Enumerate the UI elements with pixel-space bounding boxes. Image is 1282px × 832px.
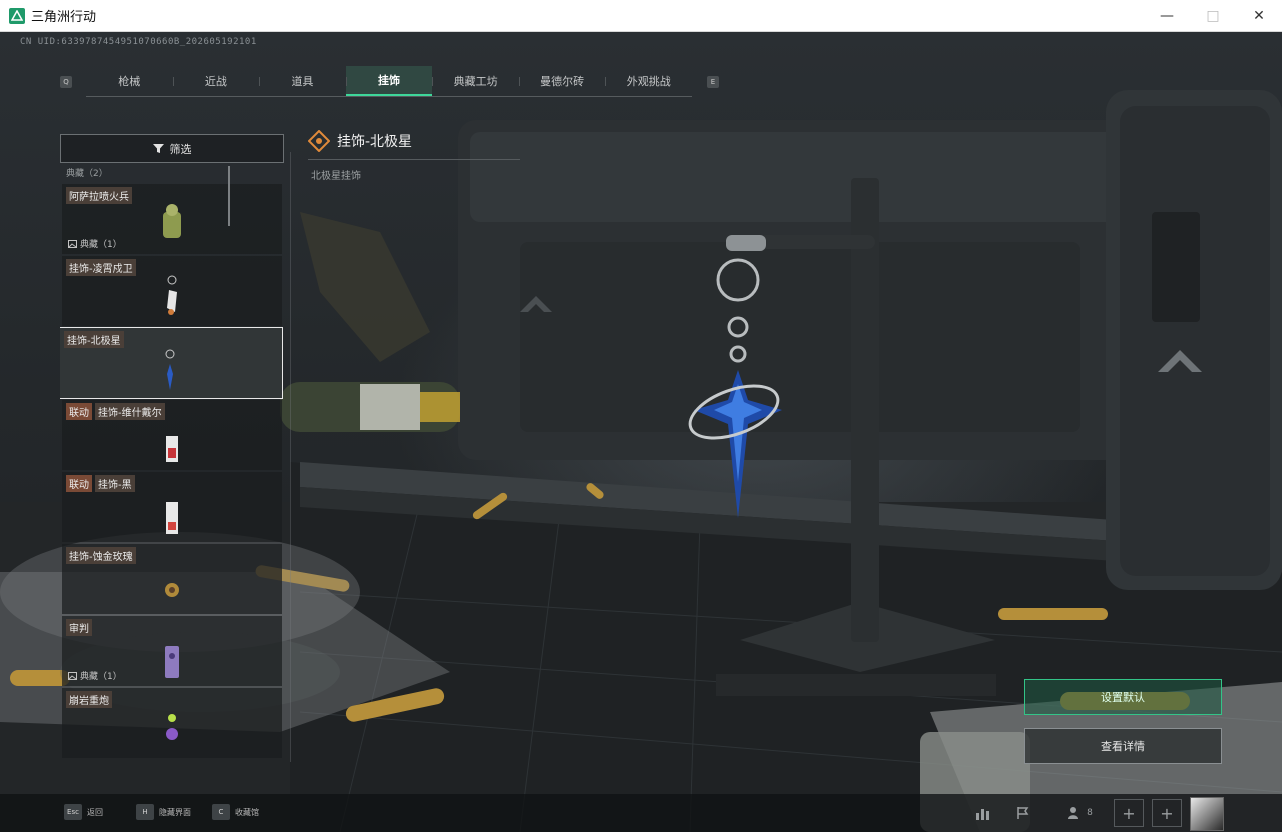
list-item[interactable]: 挂饰-凌霄戍卫	[62, 256, 282, 326]
item-thumbnail-flamethrower	[163, 204, 181, 238]
charm-category-icon	[308, 130, 330, 152]
window-title: 三角洲行动	[31, 10, 97, 25]
view-details-button[interactable]: 查看详情	[1024, 728, 1222, 764]
image-icon	[68, 239, 77, 248]
item-thumbnail-charm	[165, 583, 179, 597]
tab-items[interactable]: 道具	[259, 66, 346, 96]
flag-icon[interactable]	[1005, 798, 1041, 828]
list-item[interactable]: 挂饰-蚀金玫瑰	[62, 544, 282, 614]
item-thumbnail-charm	[166, 502, 178, 534]
avatar[interactable]	[1190, 797, 1224, 831]
list-item[interactable]: 联动 挂饰-维什戴尔	[62, 400, 282, 470]
detail-header: 挂饰-北极星	[308, 130, 412, 152]
bottom-bar: Esc 返回 H 隐藏界面 C 收藏馆 8 + +	[0, 794, 1282, 832]
item-thumbnail-charm	[165, 646, 179, 678]
tab-charms[interactable]: 挂饰	[345, 66, 433, 96]
category-tabbar: Q 枪械 近战 道具 挂饰 典藏工坊 曼德尔砖 外观挑战 E	[60, 66, 720, 98]
tab-appearance-challenge[interactable]: 外观挑战	[605, 66, 692, 96]
friends-icon	[1068, 807, 1079, 819]
tab-collection-workshop[interactable]: 典藏工坊	[432, 66, 519, 96]
app-logo-icon	[9, 7, 25, 24]
item-thumbnail-charm	[166, 714, 178, 740]
minimize-button[interactable]: —	[1144, 0, 1190, 31]
item-collab-tag: 联动	[66, 475, 92, 492]
window-controls: — □ ✕	[1144, 0, 1282, 31]
stats-icon[interactable]	[965, 798, 1001, 828]
uid-label: CN UID:6339787454951070660B_202605192101	[20, 37, 257, 47]
game-viewport: CN UID:6339787454951070660B_202605192101…	[0, 32, 1282, 832]
item-name: 挂饰-凌霄戍卫	[66, 259, 136, 276]
key-esc: Esc	[64, 804, 82, 820]
item-name: 挂饰-北极星	[64, 331, 124, 348]
hint-back[interactable]: Esc 返回	[64, 804, 103, 820]
key-h: H	[136, 804, 154, 820]
friends-button[interactable]: 8	[1055, 798, 1105, 828]
image-icon	[68, 671, 77, 680]
item-thumbnail-charm	[167, 275, 177, 315]
tab-prev-key-hint[interactable]: Q	[60, 76, 72, 88]
item-name: 崩岩重炮	[66, 691, 112, 708]
window-titlebar: 三角洲行动 — □ ✕	[0, 0, 1282, 32]
close-button[interactable]: ✕	[1236, 0, 1282, 31]
maximize-button[interactable]: □	[1190, 0, 1236, 31]
list-item[interactable]: 联动 挂饰-黑	[62, 472, 282, 542]
tab-guns[interactable]: 枪械	[86, 66, 173, 96]
item-thumbnail-polaris-charm	[165, 349, 175, 390]
key-c: C	[212, 804, 230, 820]
tab-mandel-brick[interactable]: 曼德尔砖	[518, 66, 606, 96]
plus-icon: +	[1160, 803, 1174, 823]
list-item-selected[interactable]: 挂饰-北极星	[60, 327, 283, 399]
item-name: 挂饰-黑	[95, 475, 135, 492]
add-slot-button[interactable]: +	[1114, 799, 1144, 827]
set-default-button[interactable]: 设置默认	[1024, 679, 1222, 715]
panel-divider	[290, 152, 291, 762]
item-name: 挂饰-维什戴尔	[95, 403, 165, 420]
filter-button[interactable]: 筛选	[60, 134, 284, 163]
add-slot-button[interactable]: +	[1152, 799, 1182, 827]
plus-icon: +	[1122, 803, 1136, 823]
detail-title: 挂饰-北极星	[337, 134, 413, 150]
item-name: 阿萨拉喷火兵	[66, 187, 132, 204]
list-item[interactable]: 阿萨拉喷火兵 典藏（1）	[62, 184, 282, 254]
friends-count: 8	[1087, 808, 1093, 818]
category-tabs: 枪械 近战 道具 挂饰 典藏工坊 曼德尔砖 外观挑战	[86, 66, 692, 97]
filter-icon	[152, 144, 164, 153]
filter-label: 筛选	[169, 142, 192, 156]
charm-list: 典藏（2） 阿萨拉喷火兵 典藏（1） 挂饰-凌霄戍卫 挂饰-北极星 联动 挂饰-…	[60, 166, 284, 766]
item-collab-tag: 联动	[66, 403, 92, 420]
tab-melee[interactable]: 近战	[172, 66, 260, 96]
tab-next-key-hint[interactable]: E	[707, 76, 719, 88]
list-item[interactable]: 崩岩重炮	[62, 688, 282, 758]
item-collection-count: 典藏（1）	[68, 669, 122, 682]
list-scrollbar[interactable]	[228, 166, 230, 226]
item-collection-count: 典藏（1）	[68, 237, 122, 250]
detail-subtitle: 北极星挂饰	[311, 171, 361, 182]
list-item[interactable]: 审判 典藏（1）	[62, 616, 282, 686]
item-name: 挂饰-蚀金玫瑰	[66, 547, 136, 564]
hint-collection-hall[interactable]: C 收藏馆	[212, 804, 259, 820]
item-name: 审判	[66, 619, 92, 636]
detail-divider	[308, 159, 520, 160]
item-thumbnail-charm	[166, 436, 178, 462]
hint-hide-ui[interactable]: H 隐藏界面	[136, 804, 191, 820]
list-item-partial-count: 典藏（2）	[66, 169, 108, 179]
